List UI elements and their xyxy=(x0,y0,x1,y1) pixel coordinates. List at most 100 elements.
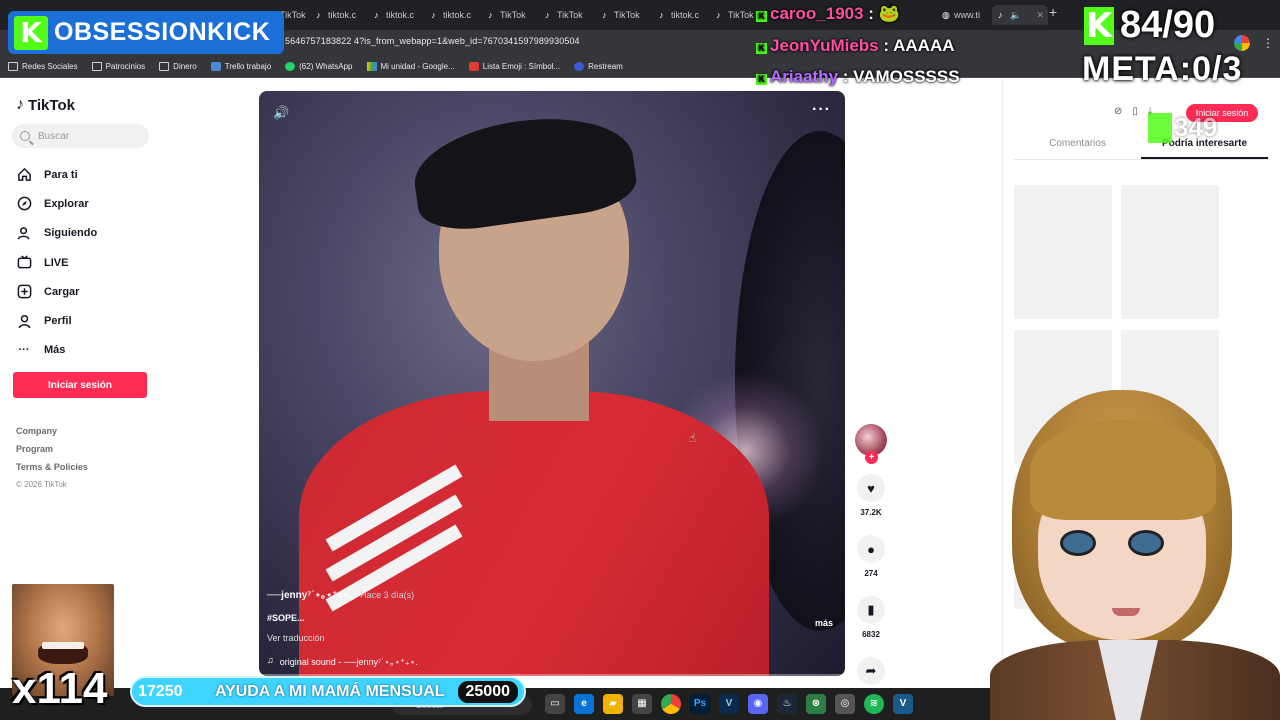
avatar-eye xyxy=(1128,530,1164,556)
creator-avatar[interactable]: + xyxy=(855,424,887,464)
panel-tabs: Comentarios Podría interesarte xyxy=(1014,132,1268,160)
nav-item-cargar[interactable]: Cargar xyxy=(16,277,156,306)
bookmark-item[interactable]: Restream xyxy=(574,62,623,71)
comment-action[interactable]: ● 274 xyxy=(853,535,889,578)
speaker-tab-icon: 🔈 xyxy=(1010,10,1022,20)
photoshop-icon[interactable]: Ps xyxy=(690,694,710,714)
nav-item-para-ti[interactable]: Para ti xyxy=(16,160,156,189)
folder-icon xyxy=(8,62,18,71)
bookmark-item[interactable]: Patrocinios xyxy=(91,62,145,71)
browser-tab[interactable]: ♪TikTok xyxy=(539,5,595,25)
browser-tab[interactable]: ◍ www.ti xyxy=(936,5,992,25)
comment-count: 274 xyxy=(864,569,878,578)
video-caption: ──jenny⁷˙⋆｡⋆⁺₊⋆. · Hace 3 día(s) #SOPE..… xyxy=(267,586,837,668)
whatsapp-icon xyxy=(285,62,296,71)
taskbar-apps: ▭ e ▰ ▦ Ps V ◉ ♨ ⊗ ◎ ≋ V xyxy=(545,694,913,714)
device-icon[interactable]: ▯ xyxy=(1132,106,1138,117)
bookmark-item[interactable]: Mi unidad - Google... xyxy=(366,62,455,71)
chrome-icon[interactable] xyxy=(661,694,681,714)
upload-icon xyxy=(16,284,32,300)
home-icon xyxy=(16,167,32,183)
footer-link-terms[interactable]: Terms & Policies xyxy=(16,462,88,480)
video-hashtags[interactable]: #SOPE... xyxy=(267,613,837,623)
chat-message: Kcaroo_1903 : 🐸 xyxy=(756,4,900,24)
bookmark-item[interactable]: Dinero xyxy=(159,62,197,71)
folder-icon xyxy=(91,62,102,71)
avatar-bangs xyxy=(1030,420,1216,520)
bookmark-item[interactable]: Lista Emoji : Símbol... xyxy=(468,62,560,71)
tiktok-note-icon: ♪ xyxy=(16,96,24,113)
task-view-icon[interactable]: ▭ xyxy=(545,694,565,714)
search-input[interactable] xyxy=(38,130,138,142)
tiktok-tab-icon: ♪ xyxy=(545,10,550,20)
save-action[interactable]: ▮ 6832 xyxy=(853,596,889,639)
browser-tab[interactable]: ♪TikTok xyxy=(596,5,652,25)
avatar-eye xyxy=(1060,530,1096,556)
browser-tab[interactable]: ♪ tiktok.c xyxy=(653,5,709,25)
music-note-icon: ♫ xyxy=(267,655,274,665)
copyright: © 2026 TikTok xyxy=(16,480,67,489)
share-icon[interactable]: ➦ xyxy=(857,657,885,685)
nav-item-explorar[interactable]: Explorar xyxy=(16,189,156,218)
tiktok-tab-icon: ♪ xyxy=(431,10,436,20)
recommendation-thumbnail[interactable] xyxy=(1014,185,1112,319)
browser-tab[interactable]: ♪ tiktok.c xyxy=(368,5,424,25)
nav-item-perfil[interactable]: Perfil xyxy=(16,306,156,335)
obs-icon[interactable]: ◎ xyxy=(835,694,855,714)
edge-icon[interactable]: e xyxy=(574,694,594,714)
meme-teeth xyxy=(42,642,84,649)
xbox-icon[interactable]: ⊗ xyxy=(806,694,826,714)
browser-tab-active[interactable]: ♪ 🔈 ✕ xyxy=(992,5,1048,25)
kick-logo-icon: K xyxy=(1084,5,1114,46)
bookmark-item[interactable]: Trello trabajo xyxy=(210,62,271,71)
url-field[interactable]: 5646757183822 4?is_from_webapp=1&web_id=… xyxy=(285,36,580,46)
vtube-icon[interactable]: V xyxy=(893,694,913,714)
footer-links: Company Program Terms & Policies © 2026 … xyxy=(16,426,88,498)
stream-brand-banner: K OBSESSIONKICK xyxy=(8,11,284,54)
browser-menu-icon[interactable]: ⋮ xyxy=(1262,36,1274,50)
vegas-icon[interactable]: V xyxy=(719,694,739,714)
like-action[interactable]: ♥ 37.2K xyxy=(853,474,889,517)
search-box[interactable] xyxy=(12,124,149,148)
close-icon[interactable]: ✕ xyxy=(1036,10,1044,21)
nav-item-mas[interactable]: ··· Más xyxy=(16,336,156,365)
translate-link[interactable]: Ver traducción xyxy=(267,633,837,643)
see-more-link[interactable]: más xyxy=(815,618,833,628)
bookmark-icon[interactable]: ▮ xyxy=(857,596,885,624)
video-author[interactable]: ──jenny⁷˙⋆｡⋆⁺₊⋆. · Hace 3 día(s) xyxy=(267,586,837,601)
tiktok-tab-icon: ♪ xyxy=(659,10,664,20)
recommendation-thumbnail[interactable] xyxy=(1121,185,1219,319)
compass-small-icon[interactable]: ⊘ xyxy=(1114,106,1122,117)
tiktok-logo[interactable]: ♪ TikTok xyxy=(16,96,75,114)
steam-icon[interactable]: ♨ xyxy=(777,694,797,714)
nav-item-live[interactable]: LIVE xyxy=(16,248,156,277)
login-button[interactable]: Iniciar sesión xyxy=(13,372,147,398)
google-profile-icon[interactable] xyxy=(1234,35,1250,51)
goal-target: 25000 xyxy=(457,680,518,703)
footer-link-program[interactable]: Program xyxy=(16,444,88,462)
video-more-options-icon[interactable]: ··· xyxy=(812,101,831,119)
file-explorer-icon[interactable]: ▰ xyxy=(603,694,623,714)
donation-goal-bar: 17250 AYUDA A MI MAMÁ MENSUAL 25000 xyxy=(130,676,526,707)
discord-icon[interactable]: ◉ xyxy=(748,694,768,714)
bookmark-item[interactable]: Redes Sociales xyxy=(8,62,78,71)
tab-comentarios[interactable]: Comentarios xyxy=(1014,132,1141,159)
emoji-icon xyxy=(468,62,479,71)
spotify-icon[interactable]: ≋ xyxy=(864,694,884,714)
browser-tab[interactable]: ♪ tiktok.c xyxy=(425,5,481,25)
video-player[interactable]: 🔊 ··· ──jenny⁷˙⋆｡⋆⁺₊⋆. · Hace 3 día(s) #… xyxy=(259,91,845,676)
follow-plus-icon[interactable]: + xyxy=(865,451,878,464)
sidebar-nav: Para ti Explorar Siguiendo LIVE Cargar P… xyxy=(16,160,156,365)
browser-tab[interactable]: ♪ tiktok.c xyxy=(310,5,366,25)
store-icon[interactable]: ▦ xyxy=(632,694,652,714)
heart-icon[interactable]: ♥ xyxy=(857,474,885,502)
video-sound[interactable]: ♫ original sound - ──jenny⁷˙⋆｡⋆⁺₊⋆. xyxy=(267,655,837,668)
bookmark-item[interactable]: (62) WhatsApp xyxy=(285,62,353,71)
browser-tab[interactable]: ♪TikTok xyxy=(482,5,538,25)
new-tab-button[interactable]: + xyxy=(1049,4,1057,20)
volume-icon[interactable]: 🔊 xyxy=(273,105,289,121)
footer-link-company[interactable]: Company xyxy=(16,426,88,444)
kick-badge-icon: K xyxy=(756,43,767,54)
comment-icon[interactable]: ● xyxy=(857,535,885,563)
nav-item-siguiendo[interactable]: Siguiendo xyxy=(16,219,156,248)
